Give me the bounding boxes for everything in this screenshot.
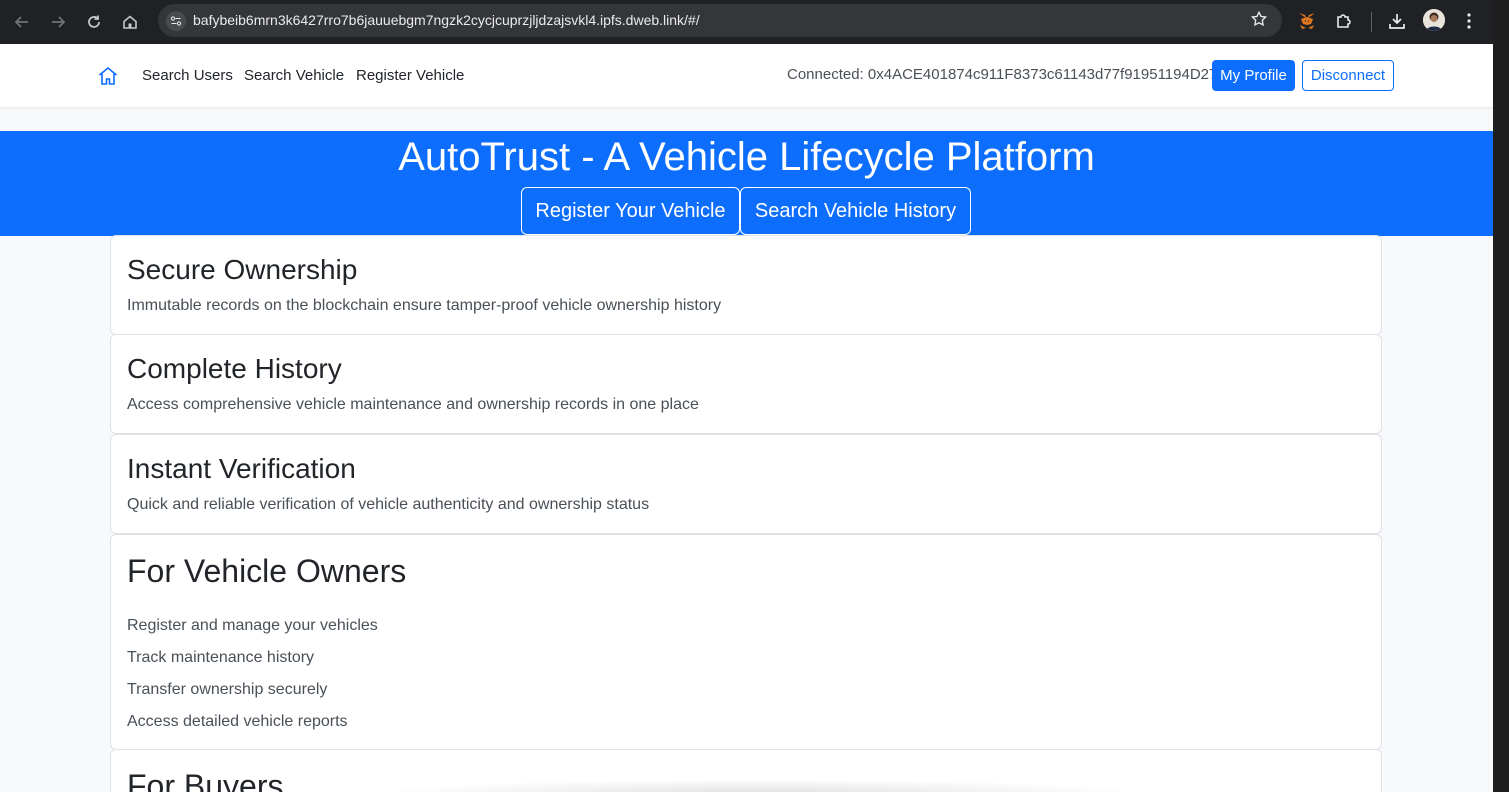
list-item: Access detailed vehicle reports (127, 713, 348, 730)
site-navbar: Search Users Search Vehicle Register Veh… (0, 44, 1493, 107)
hero-banner: AutoTrust - A Vehicle Lifecycle Platform… (0, 131, 1493, 236)
reload-icon[interactable] (82, 10, 106, 34)
card-title: Secure Ownership (127, 254, 358, 285)
list-item: Transfer ownership securely (127, 681, 328, 698)
card-title: Complete History (127, 353, 342, 384)
hero-title: AutoTrust - A Vehicle Lifecycle Platform (398, 135, 1095, 179)
my-profile-button[interactable]: My Profile (1212, 60, 1295, 91)
list-item: Register and manage your vehicles (127, 617, 378, 634)
disconnect-button[interactable]: Disconnect (1302, 60, 1394, 91)
bottom-shadow (370, 779, 1150, 792)
card-text: Access comprehensive vehicle maintenance… (127, 396, 699, 413)
home-icon[interactable] (97, 65, 119, 87)
vehicle-owners-card: For Vehicle Owners Register and manage y… (110, 534, 1382, 750)
browser-menu-icon[interactable] (1457, 9, 1481, 33)
page-viewport: Search Users Search Vehicle Register Veh… (0, 44, 1493, 792)
back-icon[interactable] (10, 10, 34, 34)
wallet-connected-status: Connected: 0x4ACE401874c911F8373c61143d7… (787, 66, 1218, 83)
card-text: Immutable records on the blockchain ensu… (127, 297, 722, 314)
nav-search-vehicle[interactable]: Search Vehicle (244, 67, 344, 84)
url-text: bafybeib6mrn3k6427rro7b6jauuebgm7ngzk2cy… (193, 12, 700, 28)
card-title: Instant Verification (127, 453, 356, 484)
profile-avatar-icon[interactable] (1423, 9, 1445, 31)
toolbar-divider (1371, 12, 1372, 32)
browser-toolbar: bafybeib6mrn3k6427rro7b6jauuebgm7ngzk2cy… (0, 0, 1493, 44)
extensions-puzzle-icon[interactable] (1332, 9, 1356, 33)
feature-card-secure-ownership: Secure Ownership Immutable records on th… (110, 235, 1382, 335)
window-edge (1493, 0, 1509, 792)
metamask-fox-icon[interactable] (1295, 9, 1319, 33)
list-item: Track maintenance history (127, 649, 315, 666)
feature-card-instant-verification: Instant Verification Quick and reliable … (110, 434, 1382, 534)
nav-register-vehicle[interactable]: Register Vehicle (356, 67, 464, 84)
register-your-vehicle-button[interactable]: Register Your Vehicle (521, 187, 740, 235)
site-settings-icon[interactable] (166, 11, 186, 31)
downloads-icon[interactable] (1385, 9, 1409, 33)
feature-card-complete-history: Complete History Access comprehensive ve… (110, 334, 1382, 434)
home-browser-icon[interactable] (118, 10, 142, 34)
card-title: For Vehicle Owners (127, 553, 407, 589)
card-text: Quick and reliable verification of vehic… (127, 496, 650, 513)
search-vehicle-history-button[interactable]: Search Vehicle History (740, 187, 971, 235)
address-bar[interactable]: bafybeib6mrn3k6427rro7b6jauuebgm7ngzk2cy… (158, 4, 1282, 37)
nav-search-users[interactable]: Search Users (142, 67, 233, 84)
forward-icon[interactable] (46, 10, 70, 34)
card-title: For Buyers (127, 768, 284, 792)
bookmark-star-icon[interactable] (1250, 10, 1268, 33)
